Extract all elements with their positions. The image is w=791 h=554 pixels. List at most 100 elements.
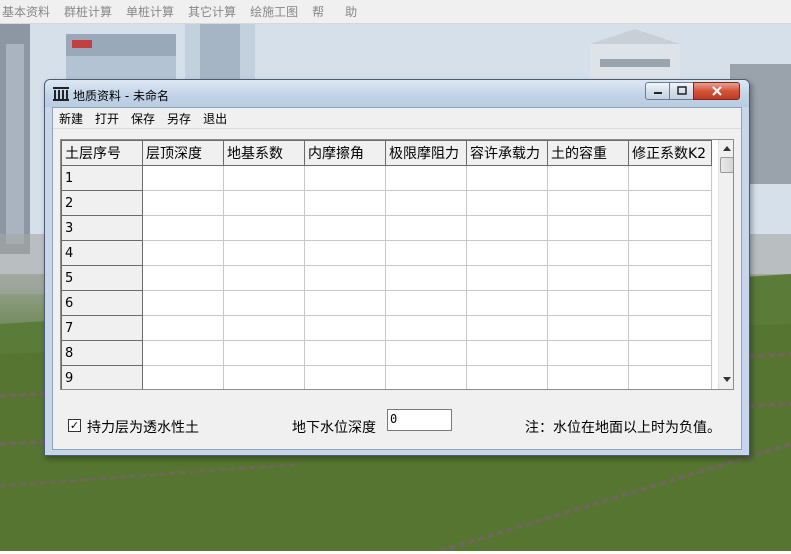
table-cell[interactable] [142, 190, 224, 216]
table-cell[interactable] [304, 290, 386, 316]
scrollbar-thumb[interactable] [720, 157, 733, 173]
table-cell[interactable] [466, 315, 548, 341]
row-number-cell[interactable]: 7 [61, 315, 143, 341]
table-cell[interactable] [466, 190, 548, 216]
table-cell[interactable] [223, 165, 305, 191]
table-cell[interactable] [547, 315, 629, 341]
table-cell[interactable] [466, 340, 548, 366]
vertical-scrollbar[interactable] [718, 140, 733, 389]
column-header[interactable]: 极限摩阻力 [385, 140, 467, 166]
row-number-cell[interactable]: 2 [61, 190, 143, 216]
table-cell[interactable] [304, 265, 386, 291]
dialog-title-bar[interactable]: 地质资料 - 未命名 [45, 80, 749, 107]
table-cell[interactable] [304, 365, 386, 389]
minimize-button[interactable] [645, 82, 670, 100]
permeable-layer-label[interactable]: 持力层为透水性土 [87, 417, 199, 437]
row-number-cell[interactable]: 8 [61, 340, 143, 366]
table-cell[interactable] [385, 315, 467, 341]
table-cell[interactable] [628, 240, 712, 266]
table-cell[interactable] [547, 215, 629, 241]
table-cell[interactable] [142, 340, 224, 366]
menu-save[interactable]: 保存 [125, 110, 161, 127]
table-cell[interactable] [385, 215, 467, 241]
table-cell[interactable] [223, 315, 305, 341]
scroll-down-button[interactable] [719, 372, 733, 388]
table-cell[interactable] [223, 290, 305, 316]
table-cell[interactable] [466, 240, 548, 266]
soil-layer-grid[interactable]: 土层序号 层顶深度 地基系数 内摩擦角 极限摩阻力 容许承载力 土的容重 修正系… [60, 139, 734, 390]
row-number-cell[interactable]: 1 [61, 165, 143, 191]
table-cell[interactable] [628, 165, 712, 191]
column-header[interactable]: 层顶深度 [142, 140, 224, 166]
table-cell[interactable] [547, 290, 629, 316]
menu-help-2[interactable]: 助 [331, 3, 364, 20]
table-cell[interactable] [142, 290, 224, 316]
table-cell[interactable] [142, 215, 224, 241]
menu-exit[interactable]: 退出 [197, 110, 233, 127]
menu-help-1[interactable]: 帮 [305, 3, 331, 20]
table-cell[interactable] [385, 365, 467, 389]
table-cell[interactable] [304, 165, 386, 191]
menu-drawings[interactable]: 绘施工图 [243, 3, 305, 20]
table-cell[interactable] [223, 265, 305, 291]
table-cell[interactable] [547, 340, 629, 366]
column-header[interactable]: 土层序号 [61, 140, 143, 166]
table-cell[interactable] [385, 290, 467, 316]
table-cell[interactable] [304, 240, 386, 266]
menu-save-as[interactable]: 另存 [161, 110, 197, 127]
table-cell[interactable] [628, 290, 712, 316]
row-number-cell[interactable]: 4 [61, 240, 143, 266]
table-cell[interactable] [466, 265, 548, 291]
table-cell[interactable] [142, 365, 224, 389]
table-cell[interactable] [142, 265, 224, 291]
table-cell[interactable] [466, 165, 548, 191]
table-cell[interactable] [628, 340, 712, 366]
menu-single-pile-calc[interactable]: 单桩计算 [119, 3, 181, 20]
table-cell[interactable] [223, 340, 305, 366]
column-header[interactable]: 地基系数 [223, 140, 305, 166]
table-cell[interactable] [223, 215, 305, 241]
column-header[interactable]: 内摩擦角 [304, 140, 386, 166]
table-cell[interactable] [304, 315, 386, 341]
row-number-cell[interactable]: 3 [61, 215, 143, 241]
column-header[interactable]: 容许承载力 [466, 140, 548, 166]
table-cell[interactable] [466, 215, 548, 241]
table-cell[interactable] [385, 190, 467, 216]
scroll-up-button[interactable] [719, 140, 733, 156]
table-cell[interactable] [628, 365, 712, 389]
table-cell[interactable] [223, 240, 305, 266]
maximize-button[interactable] [669, 82, 694, 100]
table-cell[interactable] [142, 240, 224, 266]
table-cell[interactable] [628, 190, 712, 216]
menu-pile-group-calc[interactable]: 群桩计算 [57, 3, 119, 20]
menu-new[interactable]: 新建 [53, 110, 89, 127]
table-cell[interactable] [304, 190, 386, 216]
table-cell[interactable] [547, 190, 629, 216]
table-cell[interactable] [547, 165, 629, 191]
row-number-cell[interactable]: 9 [61, 365, 143, 389]
table-cell[interactable] [223, 190, 305, 216]
table-cell[interactable] [628, 215, 712, 241]
column-header[interactable]: 修正系数K2 [628, 140, 712, 166]
table-cell[interactable] [547, 365, 629, 389]
table-cell[interactable] [547, 265, 629, 291]
table-cell[interactable] [466, 365, 548, 389]
groundwater-depth-input[interactable]: 0 [387, 409, 452, 431]
permeable-layer-checkbox[interactable]: ✓ [68, 419, 81, 432]
close-button[interactable] [693, 82, 740, 100]
table-cell[interactable] [547, 240, 629, 266]
menu-basic-data[interactable]: 基本资料 [0, 3, 57, 20]
table-cell[interactable] [385, 240, 467, 266]
table-cell[interactable] [304, 340, 386, 366]
table-cell[interactable] [385, 265, 467, 291]
table-cell[interactable] [628, 265, 712, 291]
table-cell[interactable] [223, 365, 305, 389]
table-cell[interactable] [142, 165, 224, 191]
column-header[interactable]: 土的容重 [547, 140, 629, 166]
table-cell[interactable] [466, 290, 548, 316]
row-number-cell[interactable]: 6 [61, 290, 143, 316]
table-cell[interactable] [304, 215, 386, 241]
menu-open[interactable]: 打开 [89, 110, 125, 127]
row-number-cell[interactable]: 5 [61, 265, 143, 291]
table-cell[interactable] [628, 315, 712, 341]
